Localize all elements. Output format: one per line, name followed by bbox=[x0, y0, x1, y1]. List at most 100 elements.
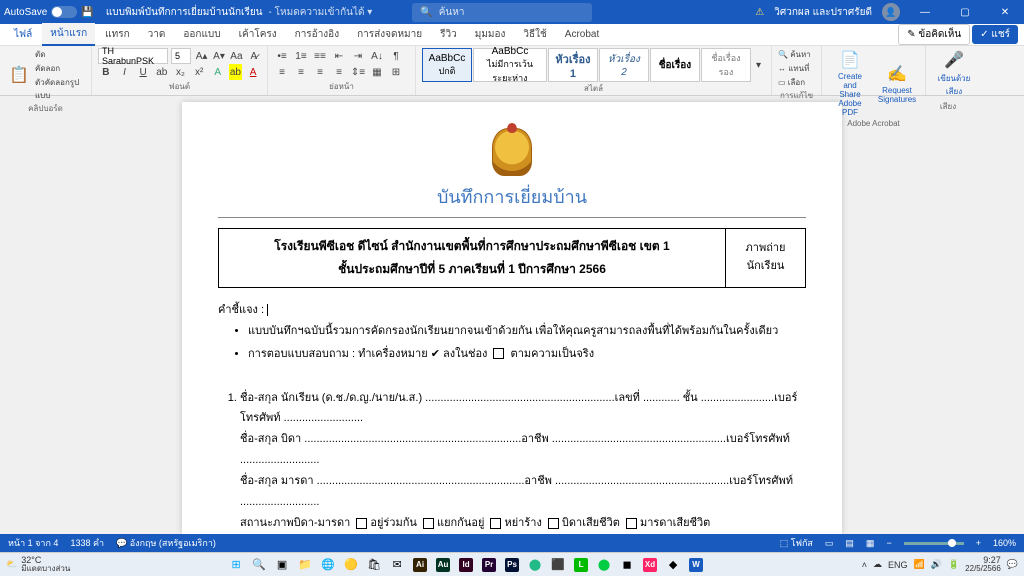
view-read-icon[interactable]: ▭ bbox=[825, 538, 834, 549]
create-share-pdf-button[interactable]: 📄Create and Share Adobe PDF bbox=[828, 48, 872, 119]
share-button[interactable]: ✓ แชร์ bbox=[972, 25, 1018, 44]
clear-format-button[interactable]: A̷ bbox=[247, 48, 261, 64]
bold-button[interactable]: B bbox=[98, 64, 114, 80]
text-effects-button[interactable]: A bbox=[210, 64, 226, 80]
word-count[interactable]: 1338 คำ bbox=[70, 536, 104, 550]
zoom-slider[interactable] bbox=[904, 542, 964, 545]
multilevel-button[interactable]: ≡≡ bbox=[312, 48, 328, 64]
maximize-button[interactable]: ▢ bbox=[950, 0, 980, 24]
change-case-button[interactable]: Aa bbox=[229, 48, 243, 64]
search-box[interactable]: 🔍 ค้นหา bbox=[412, 3, 592, 22]
tab-view[interactable]: มุมมอง bbox=[467, 24, 514, 45]
superscript-button[interactable]: x² bbox=[191, 64, 207, 80]
user-avatar[interactable]: 👤 bbox=[882, 3, 900, 21]
tray-battery-icon[interactable]: 🔋 bbox=[948, 559, 959, 570]
view-print-icon[interactable]: ▤ bbox=[845, 538, 854, 549]
minimize-button[interactable]: — bbox=[910, 0, 940, 24]
app-spotify[interactable]: ⬤ bbox=[593, 555, 615, 575]
tray-chevron-icon[interactable]: ˄ bbox=[862, 560, 867, 570]
chrome-button[interactable]: 🟡 bbox=[340, 555, 362, 575]
show-marks-button[interactable]: ¶ bbox=[388, 48, 404, 64]
page-count[interactable]: หน้า 1 จาก 4 bbox=[8, 536, 58, 550]
style-subtitle[interactable]: ชื่อเรื่องรอง bbox=[701, 48, 751, 82]
zoom-out-button[interactable]: − bbox=[886, 538, 891, 548]
app-ai[interactable]: Ai bbox=[409, 555, 431, 575]
app-line[interactable]: L bbox=[570, 555, 592, 575]
line-spacing-button[interactable]: ⇕≡ bbox=[350, 64, 366, 80]
tab-design[interactable]: ออกแบบ bbox=[175, 24, 228, 45]
app-word[interactable]: W bbox=[685, 555, 707, 575]
display-mode[interactable]: ⬚ โฟกัส bbox=[780, 536, 813, 550]
tab-insert[interactable]: แทรก bbox=[97, 24, 137, 45]
tray-cloud-icon[interactable]: ☁ bbox=[873, 559, 882, 570]
paste-button[interactable]: 📋 bbox=[6, 63, 32, 87]
tab-review[interactable]: รีวิว bbox=[432, 24, 465, 45]
start-button[interactable]: ⊞ bbox=[225, 555, 247, 575]
strike-button[interactable]: ab bbox=[154, 64, 170, 80]
tab-references[interactable]: การอ้างอิง bbox=[287, 24, 347, 45]
tray-lang[interactable]: ENG bbox=[888, 560, 908, 570]
app-obs[interactable]: ⬛ bbox=[547, 555, 569, 575]
app-xd[interactable]: Xd bbox=[639, 555, 661, 575]
style-heading2[interactable]: หัวเรื่อง 2 bbox=[599, 48, 649, 82]
zoom-level[interactable]: 160% bbox=[993, 538, 1016, 548]
indent-left-button[interactable]: ⇤ bbox=[331, 48, 347, 64]
tab-help[interactable]: วิธีใช้ bbox=[515, 24, 554, 45]
tray-volume-icon[interactable]: 🔊 bbox=[931, 559, 942, 570]
find-button[interactable]: 🔍 ค้นหา bbox=[778, 48, 815, 61]
cut-button[interactable]: ตัด bbox=[35, 48, 85, 61]
align-right-button[interactable]: ≡ bbox=[312, 64, 328, 80]
style-nospace[interactable]: AaBbCcไม่มีการเว้นระยะห่าง bbox=[473, 48, 547, 82]
copy-button[interactable]: คัดลอก bbox=[35, 62, 85, 75]
weather-widget[interactable]: ⛅ 32°C มีแดดบางส่วน bbox=[6, 556, 70, 573]
app-camtasia[interactable]: ⬤ bbox=[524, 555, 546, 575]
document-canvas[interactable]: บันทึกการเยี่ยมบ้าน โรงเรียนพีซีเอช ดีไซ… bbox=[0, 96, 1024, 534]
notifications-button[interactable]: 💬 bbox=[1007, 559, 1018, 570]
subscript-button[interactable]: x₂ bbox=[173, 64, 189, 80]
task-view-button[interactable]: ▣ bbox=[271, 555, 293, 575]
save-icon[interactable]: 💾 bbox=[81, 7, 93, 18]
shading-button[interactable]: ▦ bbox=[369, 64, 385, 80]
app-pr[interactable]: Pr bbox=[478, 555, 500, 575]
highlight-button[interactable]: ab bbox=[229, 64, 243, 80]
style-heading1[interactable]: หัวเรื่อง 1 bbox=[548, 48, 598, 82]
underline-button[interactable]: U bbox=[135, 64, 151, 80]
numbering-button[interactable]: 1≡ bbox=[293, 48, 309, 64]
tab-mailings[interactable]: การส่งจดหมาย bbox=[349, 24, 430, 45]
language-status[interactable]: 💬 อังกฤษ (สหรัฐอเมริกา) bbox=[116, 536, 216, 550]
edge-button[interactable]: 🌐 bbox=[317, 555, 339, 575]
bullets-button[interactable]: •≡ bbox=[274, 48, 290, 64]
shrink-font-button[interactable]: A▾ bbox=[212, 48, 226, 64]
tray-wifi-icon[interactable]: 📶 bbox=[914, 559, 925, 570]
style-normal[interactable]: AaBbCcปกติ bbox=[422, 48, 472, 82]
tray-date[interactable]: 22/5/2566 bbox=[965, 565, 1001, 573]
app-capcut[interactable]: ◼ bbox=[616, 555, 638, 575]
comments-button[interactable]: ✎ ข้อคิดเห็น bbox=[898, 24, 970, 45]
justify-button[interactable]: ≡ bbox=[331, 64, 347, 80]
font-size-combo[interactable]: 5 bbox=[171, 48, 191, 64]
style-title[interactable]: ชื่อเรื่อง bbox=[650, 48, 700, 82]
search-taskbar-button[interactable]: 🔍 bbox=[248, 555, 270, 575]
italic-button[interactable]: I bbox=[117, 64, 133, 80]
app-misc[interactable]: ◆ bbox=[662, 555, 684, 575]
tab-file[interactable]: ไฟล์ bbox=[6, 24, 40, 45]
store-button[interactable]: 🛍 bbox=[363, 555, 385, 575]
view-web-icon[interactable]: ▦ bbox=[866, 538, 875, 549]
tab-home[interactable]: หน้าแรก bbox=[42, 23, 95, 46]
tab-draw[interactable]: วาด bbox=[140, 24, 174, 45]
grow-font-button[interactable]: A▴ bbox=[194, 48, 208, 64]
align-center-button[interactable]: ≡ bbox=[293, 64, 309, 80]
styles-more-button[interactable]: ▾ bbox=[752, 57, 765, 73]
sort-button[interactable]: A↓ bbox=[369, 48, 385, 64]
borders-button[interactable]: ⊞ bbox=[388, 64, 404, 80]
replace-button[interactable]: ↔ แทนที่ bbox=[778, 62, 815, 75]
app-ps[interactable]: Ps bbox=[501, 555, 523, 575]
zoom-in-button[interactable]: + bbox=[976, 538, 981, 548]
format-painter-button[interactable]: ตัวคัดลอกรูปแบบ bbox=[35, 76, 85, 102]
font-name-combo[interactable]: TH SarabunPSK bbox=[98, 48, 168, 64]
align-left-button[interactable]: ≡ bbox=[274, 64, 290, 80]
tab-acrobat[interactable]: Acrobat bbox=[557, 26, 607, 43]
app-au[interactable]: Au bbox=[432, 555, 454, 575]
font-color-button[interactable]: A bbox=[245, 64, 261, 80]
toggle-switch-icon[interactable] bbox=[51, 6, 77, 18]
